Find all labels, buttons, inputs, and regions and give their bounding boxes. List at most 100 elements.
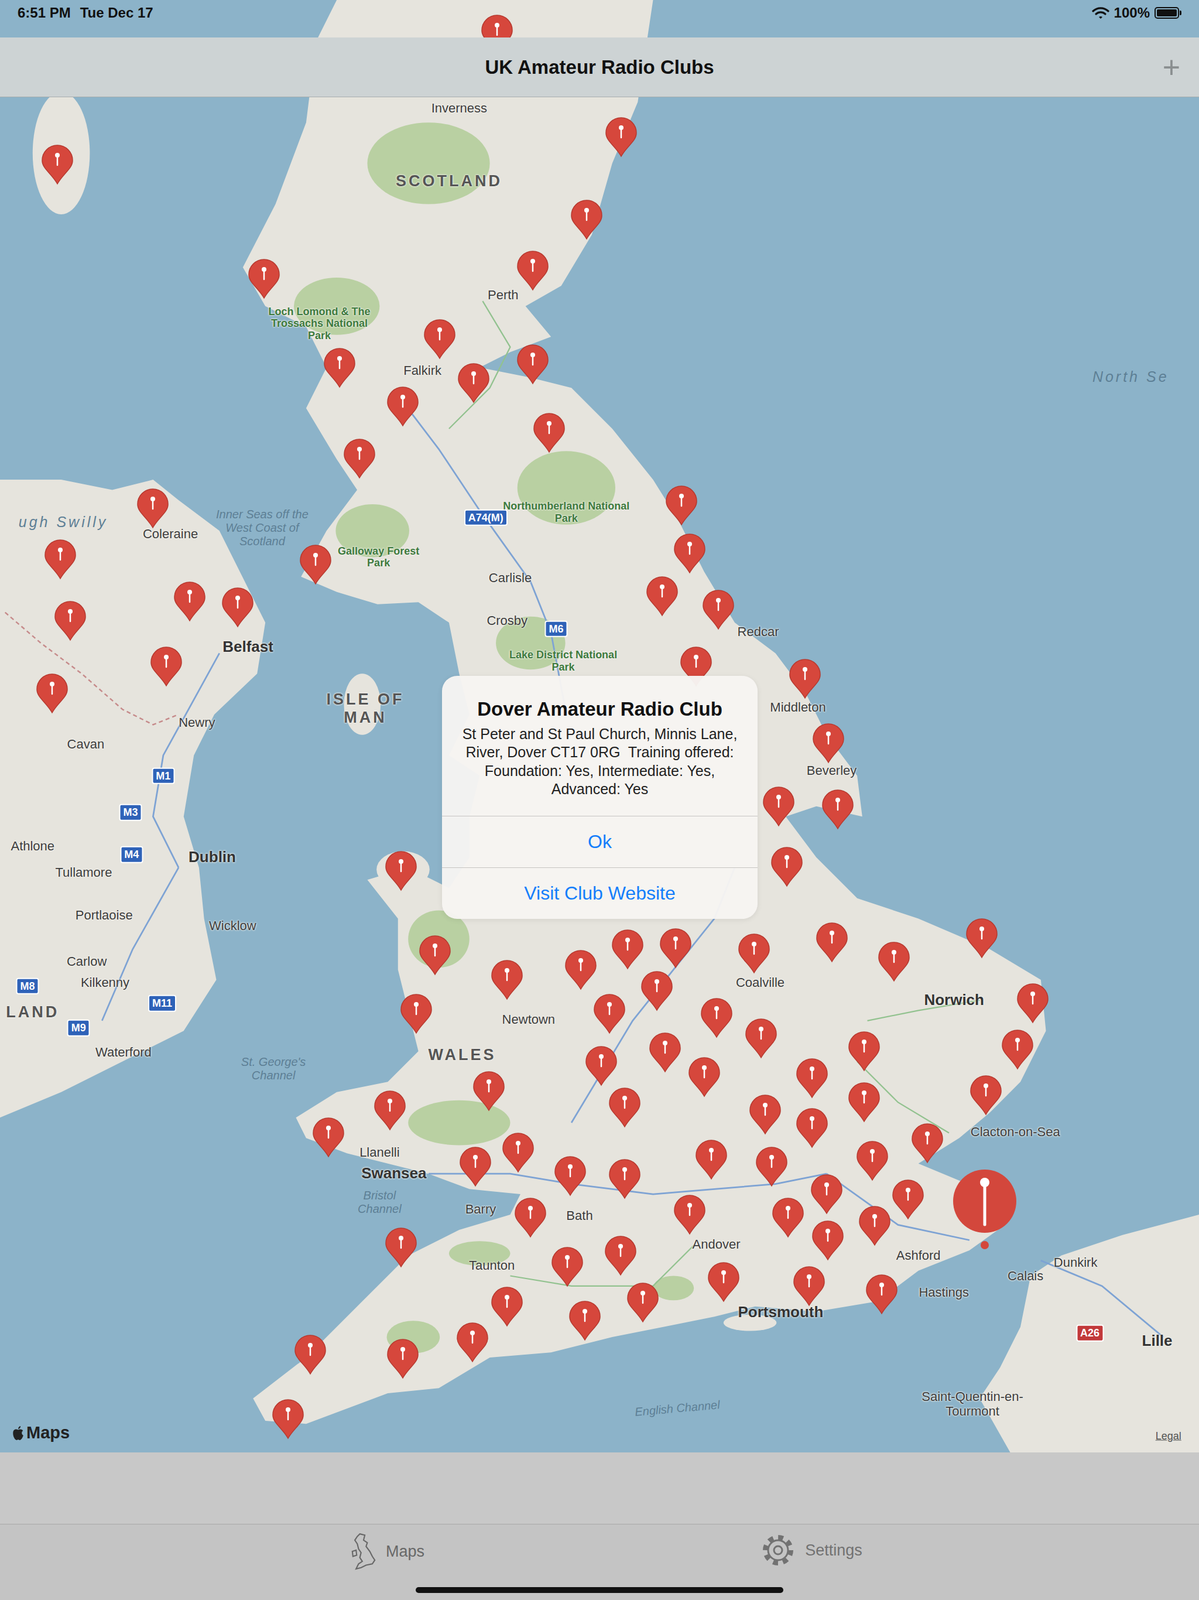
map-pin[interactable] [149, 645, 183, 687]
map-pin[interactable] [593, 992, 626, 1034]
map-pin[interactable] [418, 934, 452, 976]
map-label: Swansea [361, 1164, 427, 1183]
map-pin[interactable] [173, 580, 207, 622]
map-pin[interactable] [700, 997, 733, 1039]
map-pin[interactable] [221, 586, 255, 628]
map-pin[interactable] [501, 1131, 535, 1173]
map-pin[interactable] [564, 949, 598, 990]
map-pin[interactable] [707, 1261, 741, 1303]
map-pin[interactable] [312, 1116, 345, 1158]
map-pin[interactable] [795, 1107, 829, 1149]
map-pin[interactable] [532, 412, 566, 454]
map-pin[interactable] [891, 1178, 925, 1220]
map-pin[interactable] [456, 1321, 489, 1363]
map-pin[interactable] [648, 1031, 682, 1073]
map-pin[interactable] [795, 1057, 829, 1099]
map-pin[interactable] [811, 1219, 845, 1261]
map-pin[interactable] [762, 785, 796, 827]
map-pin[interactable] [812, 722, 845, 764]
map-pin[interactable] [737, 932, 771, 974]
map-pin[interactable] [694, 1138, 728, 1180]
map-pin[interactable] [858, 1204, 892, 1246]
map-pin[interactable] [659, 927, 693, 969]
map-pin[interactable] [514, 1196, 547, 1238]
map-pin[interactable] [770, 845, 804, 887]
map-pin[interactable] [40, 144, 74, 186]
map-pin[interactable] [386, 385, 420, 427]
map-pin[interactable] [965, 917, 999, 959]
map-pin[interactable] [386, 1337, 420, 1379]
dialog-button[interactable]: Visit Club Website [442, 867, 758, 919]
map-pin[interactable] [865, 1273, 899, 1315]
map-pin[interactable] [323, 347, 356, 389]
tab-item[interactable]: Maps [175, 1532, 600, 1570]
map-pin[interactable] [293, 1333, 327, 1375]
map-pin[interactable] [673, 1193, 707, 1235]
map-label: Andover [692, 1236, 741, 1252]
map-pin[interactable] [43, 538, 77, 580]
map-pin[interactable] [373, 1089, 407, 1131]
map-pin[interactable] [472, 1070, 506, 1112]
map-pin[interactable] [516, 343, 550, 385]
map-pin[interactable] [1016, 982, 1050, 1024]
map-label: Middleton [769, 699, 826, 715]
map-pin[interactable] [568, 1299, 602, 1341]
map-pin[interactable] [969, 1074, 1003, 1116]
map-pin[interactable] [399, 992, 433, 1034]
map-pin[interactable] [673, 532, 707, 574]
map-pin[interactable] [384, 1226, 418, 1268]
map-pin[interactable] [788, 658, 822, 700]
map-pin[interactable] [458, 1145, 492, 1187]
map-pin[interactable] [136, 487, 170, 529]
map-pin[interactable] [570, 199, 604, 241]
map-pin[interactable] [516, 249, 550, 291]
map-pin[interactable] [645, 575, 679, 617]
dialog-button[interactable]: Ok [442, 815, 758, 868]
map-pin[interactable] [550, 1245, 584, 1287]
tab-item[interactable]: Settings [599, 1532, 1024, 1568]
map-pin[interactable] [271, 1398, 305, 1440]
map-pin[interactable] [423, 318, 457, 360]
map-pin[interactable] [490, 958, 524, 1000]
map-label[interactable]: Legal [1155, 1429, 1182, 1442]
map-pin[interactable] [910, 1122, 944, 1164]
map-pin[interactable] [847, 1081, 881, 1123]
map-pin[interactable] [748, 1093, 782, 1135]
map-pin[interactable] [810, 1173, 844, 1215]
pin-icon [645, 575, 679, 617]
map-pin[interactable] [640, 970, 674, 1012]
map-pin[interactable] [877, 940, 911, 982]
map-pin[interactable] [771, 1196, 805, 1238]
map-pin[interactable] [821, 788, 855, 830]
map-pin[interactable] [490, 1285, 524, 1327]
map-pin[interactable] [584, 1045, 618, 1087]
map-pin[interactable] [792, 1265, 826, 1307]
map-pin[interactable] [247, 258, 281, 300]
map-pin[interactable] [701, 588, 735, 630]
map-pin[interactable] [553, 1155, 587, 1197]
map-pin[interactable] [744, 1017, 778, 1059]
map-pin[interactable] [608, 1158, 642, 1199]
map-pin[interactable] [855, 1139, 889, 1181]
map-pin[interactable] [611, 928, 644, 970]
pin-icon [795, 1057, 829, 1099]
map-pin[interactable] [687, 1056, 721, 1098]
map-pin[interactable] [626, 1281, 660, 1323]
map-pin[interactable] [53, 600, 87, 642]
map-pin[interactable] [847, 1030, 881, 1072]
map-pin[interactable] [343, 437, 376, 479]
map-pin[interactable] [604, 1234, 637, 1276]
map-pin[interactable] [299, 543, 332, 585]
map-pin[interactable] [949, 1165, 1020, 1254]
map-pin[interactable] [35, 672, 69, 714]
map-pin[interactable] [608, 1086, 642, 1128]
map-pin[interactable] [457, 362, 491, 404]
map-pin[interactable] [815, 921, 849, 963]
map-pin[interactable] [1001, 1028, 1034, 1070]
map-pin[interactable] [384, 850, 418, 892]
map-pin[interactable] [665, 484, 698, 526]
wifi-icon [1091, 6, 1110, 20]
map-pin[interactable] [755, 1145, 789, 1187]
map-pin[interactable] [604, 116, 638, 158]
add-button[interactable]: + [1158, 49, 1185, 85]
